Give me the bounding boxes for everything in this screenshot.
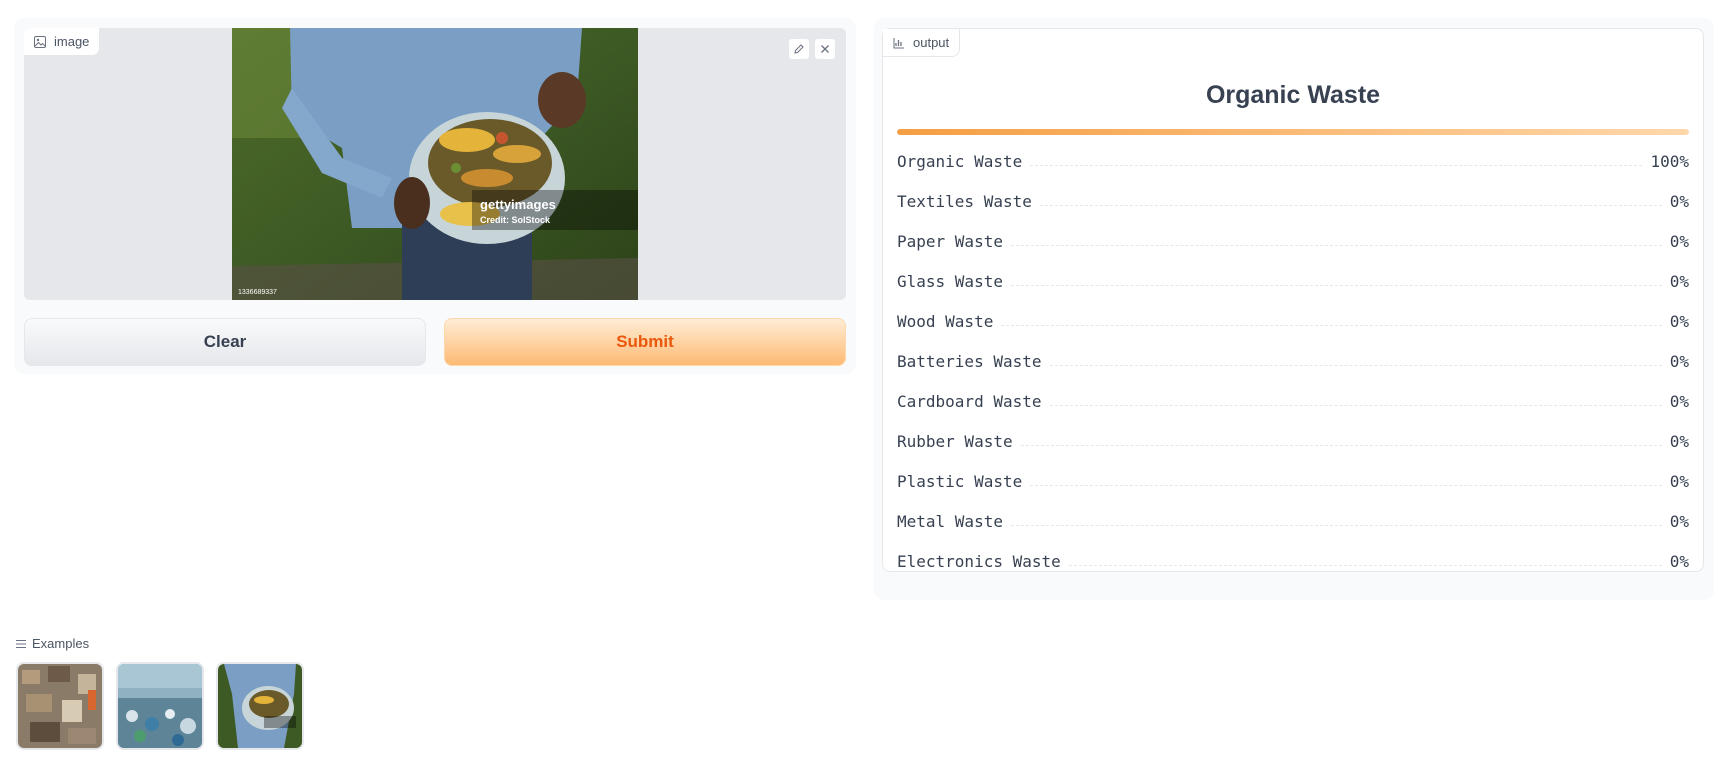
confidence-value: 0% [1669, 391, 1689, 411]
confidence-label: Rubber Waste [897, 431, 1013, 451]
submit-button[interactable]: Submit [444, 318, 846, 366]
examples-label: Examples [32, 636, 90, 651]
confidence-value: 0% [1669, 551, 1689, 571]
leader-dots [1049, 364, 1662, 366]
mixed-waste-image [18, 664, 102, 748]
confidence-row: Batteries Waste 0% [897, 341, 1689, 381]
confidence-row: Electronics Waste 0% [897, 541, 1689, 581]
edit-button[interactable] [788, 38, 810, 60]
confidence-row: Plastic Waste 0% [897, 461, 1689, 501]
confidence-value: 100% [1650, 151, 1689, 171]
image-input[interactable]: image gettyimages Credit: SolStock 13366… [24, 28, 846, 300]
confidence-value: 0% [1669, 231, 1689, 251]
confidence-label: Textiles Waste [897, 191, 1032, 211]
leader-dots [1049, 404, 1662, 406]
leader-dots [1020, 444, 1662, 446]
examples-header: Examples [16, 636, 89, 651]
confidence-value: 0% [1669, 431, 1689, 451]
confidence-list: Organic Waste 100% Textiles Waste 0% Paper W… [897, 141, 1689, 581]
confidence-label: Batteries Waste [897, 351, 1042, 371]
watermark-id: 1336689337 [238, 289, 277, 296]
example-thumbnail-plastic-waste[interactable] [116, 662, 204, 750]
confidence-value: 0% [1669, 271, 1689, 291]
confidence-value: 0% [1669, 351, 1689, 371]
watermark-brand: gettyimages [480, 197, 556, 212]
confidence-row: Wood Waste 0% [897, 301, 1689, 341]
predicted-label: Organic Waste [1205, 81, 1381, 109]
confidence-row: Metal Waste 0% [897, 501, 1689, 541]
confidence-bar [897, 129, 1689, 135]
leader-dots [1068, 564, 1662, 566]
leader-dots [1010, 284, 1662, 286]
image-icon [34, 35, 46, 48]
watermark-credit: Credit: SolStock [480, 215, 551, 225]
leader-dots [1001, 324, 1662, 326]
output-label-badge: output [883, 29, 961, 57]
confidence-row: Cardboard Waste 0% [897, 381, 1689, 421]
confidence-row: Paper Waste 0% [897, 221, 1689, 261]
confidence-label: Wood Waste [897, 311, 994, 331]
example-thumbnail-mixed-waste[interactable] [16, 662, 104, 750]
food-scraps-photo: gettyimages Credit: SolStock 1336689337 [232, 28, 638, 300]
confidence-label: Cardboard Waste [897, 391, 1042, 411]
confidence-label: Plastic Waste [897, 471, 1023, 491]
output-panel: output Organic Waste Organic Waste 100% Te… [874, 18, 1714, 600]
confidence-value: 0% [1669, 191, 1689, 211]
remove-image-button[interactable] [814, 38, 836, 60]
confidence-row: Rubber Waste 0% [897, 421, 1689, 461]
confidence-row: Glass Waste 0% [897, 261, 1689, 301]
confidence-label: Metal Waste [897, 511, 1003, 531]
leader-dots [1030, 164, 1643, 166]
confidence-row: Textiles Waste 0% [897, 181, 1689, 221]
confidence-label: Organic Waste [897, 151, 1023, 171]
uploaded-photo: gettyimages Credit: SolStock 1336689337 [232, 28, 638, 300]
image-toolbar [788, 38, 836, 60]
example-thumbnail-organic-waste[interactable] [216, 662, 304, 750]
input-panel: image gettyimages Credit: SolStock 13366… [14, 18, 856, 374]
plastic-waste-image [118, 664, 202, 748]
action-buttons: Clear Submit [24, 318, 846, 366]
list-icon [16, 639, 26, 648]
bar-chart-icon [893, 37, 904, 48]
confidence-label: Glass Waste [897, 271, 1003, 291]
image-label-badge: image [24, 28, 101, 56]
close-icon [821, 45, 829, 53]
leader-dots [1010, 524, 1662, 526]
confidence-label: Electronics Waste [897, 551, 1061, 571]
confidence-label: Paper Waste [897, 231, 1003, 251]
confidence-bar-fill [897, 129, 1689, 135]
output-label: output [913, 35, 950, 50]
leader-dots [1030, 484, 1662, 486]
organic-waste-image [218, 664, 302, 748]
image-label: image [54, 34, 90, 49]
examples-gallery [16, 662, 304, 750]
clear-button[interactable]: Clear [24, 318, 426, 366]
leader-dots [1010, 244, 1662, 246]
confidence-row: Organic Waste 100% [897, 141, 1689, 181]
leader-dots [1039, 204, 1662, 206]
confidence-value: 0% [1669, 511, 1689, 531]
pencil-icon [794, 44, 804, 54]
confidence-value: 0% [1669, 311, 1689, 331]
label-output: output Organic Waste Organic Waste 100% Te… [882, 28, 1704, 572]
confidence-value: 0% [1669, 471, 1689, 491]
